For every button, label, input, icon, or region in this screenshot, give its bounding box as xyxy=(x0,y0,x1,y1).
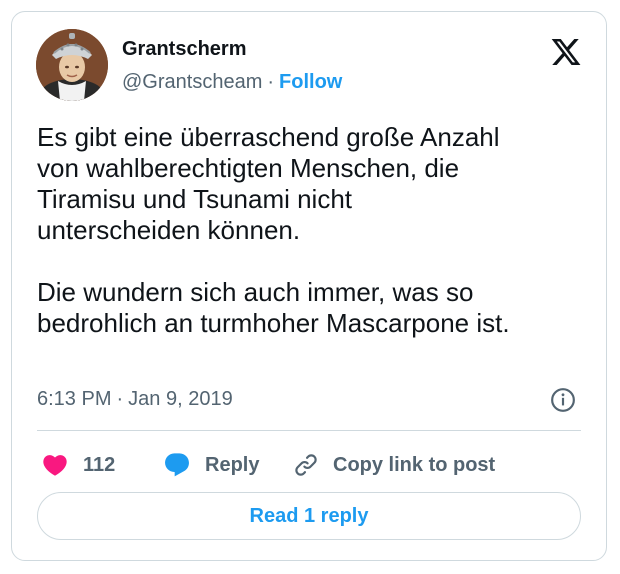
divider xyxy=(37,430,581,431)
author-handle-row: @Grantscheam · Follow xyxy=(122,71,342,94)
copy-link-button[interactable]: Copy link to post xyxy=(293,448,495,482)
author-name[interactable]: Grantscherm xyxy=(122,38,247,61)
link-icon xyxy=(295,454,317,476)
follow-button[interactable]: Follow xyxy=(279,71,342,93)
avatar-image xyxy=(36,29,108,101)
author-handle[interactable]: @Grantscheam xyxy=(122,71,262,93)
post-date: Jan 9, 2019 xyxy=(128,388,233,410)
post-time: 6:13 PM xyxy=(37,388,112,410)
read-replies-button[interactable]: Read 1 reply xyxy=(37,492,581,540)
handle-separator: · xyxy=(267,71,275,93)
reply-bubble-icon xyxy=(165,453,189,477)
post-card: Grantscherm @Grantscheam · Follow Es gibt … xyxy=(11,11,607,561)
post-timestamp[interactable]: 6:13 PM · Jan 9, 2019 xyxy=(37,388,233,411)
info-icon[interactable] xyxy=(550,387,576,413)
heart-icon xyxy=(43,455,67,476)
action-bar: 112 Reply Copy link to post xyxy=(37,448,581,482)
reply-button[interactable]: Reply xyxy=(163,448,259,482)
x-logo-icon[interactable] xyxy=(550,36,582,68)
author-avatar[interactable] xyxy=(36,29,108,101)
copy-link-label: Copy link to post xyxy=(333,453,496,476)
like-button[interactable]: 112 xyxy=(41,448,115,482)
post-text: Es gibt eine überraschend große Anzahl v… xyxy=(37,122,510,338)
reply-label: Reply xyxy=(205,453,260,476)
like-count: 112 xyxy=(83,453,116,476)
read-replies-label: Read 1 reply xyxy=(249,504,369,527)
timestamp-separator: · xyxy=(116,388,124,410)
